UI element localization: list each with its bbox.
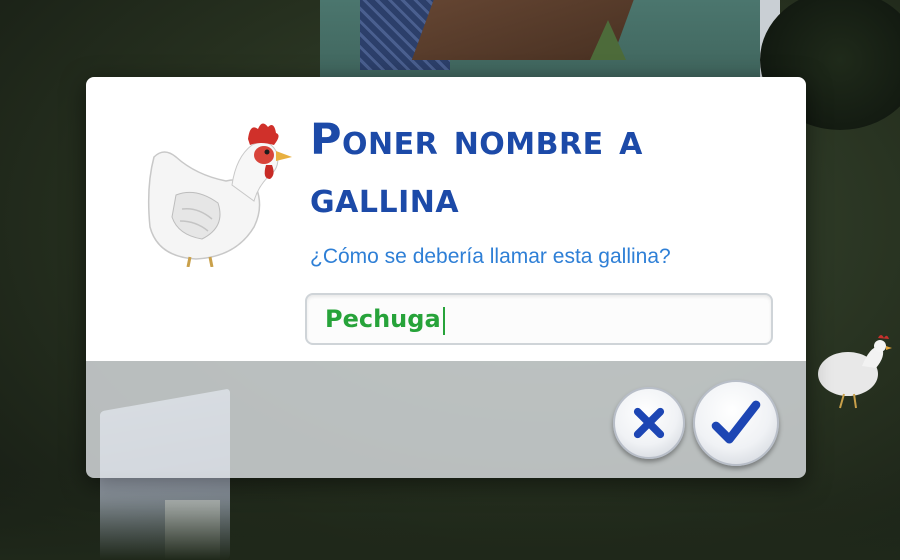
text-caret bbox=[443, 307, 445, 335]
name-pet-dialog: Poner nombre a gallina ¿Cómo se debería … bbox=[86, 77, 806, 478]
dialog-title: Poner nombre a gallina bbox=[310, 115, 643, 223]
name-prompt-question: ¿Cómo se debería llamar esta gallina? bbox=[310, 245, 671, 268]
lawn bbox=[0, 470, 900, 560]
confirm-button[interactable] bbox=[693, 380, 779, 466]
dialog-body: Poner nombre a gallina ¿Cómo se debería … bbox=[86, 77, 806, 361]
checkmark-icon bbox=[711, 400, 761, 444]
cancel-button[interactable] bbox=[613, 387, 685, 459]
chicken-portrait-icon bbox=[147, 123, 292, 267]
name-input-box[interactable] bbox=[305, 293, 773, 345]
topiary-tree bbox=[590, 20, 626, 60]
close-icon bbox=[633, 407, 665, 439]
pet-name-input[interactable] bbox=[307, 295, 771, 343]
background-hen bbox=[818, 335, 892, 409]
